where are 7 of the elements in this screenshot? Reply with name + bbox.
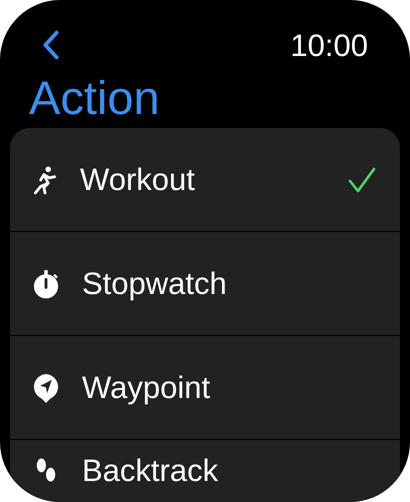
stopwatch-icon — [32, 268, 60, 298]
action-option[interactable]: Workout — [10, 128, 400, 232]
status-time: 10:00 — [290, 30, 368, 60]
back-chevron-icon[interactable] — [42, 29, 60, 61]
running-figure-icon — [32, 164, 58, 194]
location-arrow-icon — [32, 372, 60, 402]
screen-title: Action — [29, 74, 160, 120]
